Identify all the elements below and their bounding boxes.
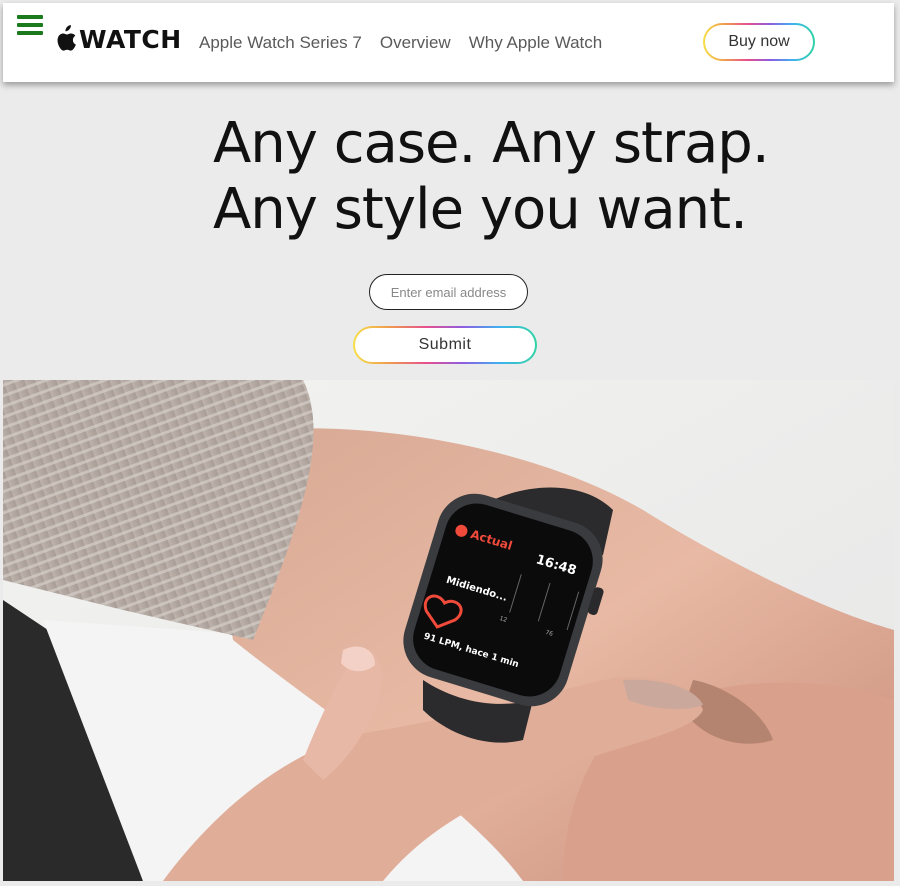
buy-now-button[interactable]: Buy now xyxy=(703,23,815,61)
email-input[interactable] xyxy=(369,274,528,310)
nav-link-overview[interactable]: Overview xyxy=(380,33,451,53)
main-nav: Apple Watch Series 7 Overview Why Apple … xyxy=(199,33,602,53)
headline-line-1: Any case. Any strap. xyxy=(213,111,770,176)
submit-button[interactable]: Submit xyxy=(353,326,537,364)
nav-link-why-apple-watch[interactable]: Why Apple Watch xyxy=(469,33,603,53)
headline-line-2: Any style you want. xyxy=(213,177,748,242)
site-header: WATCH Apple Watch Series 7 Overview Why … xyxy=(3,3,894,82)
hero-headline: Any case. Any strap. Any style you want. xyxy=(213,111,773,243)
apple-logo-icon xyxy=(57,25,76,51)
hero-photo-apple-watch-on-wrist: Actual 16:48 Midiendo... 91 LPM, hace 1 … xyxy=(3,380,894,881)
apple-watch-logo[interactable]: WATCH xyxy=(53,24,182,54)
nav-link-series-7[interactable]: Apple Watch Series 7 xyxy=(199,33,362,53)
hamburger-menu-icon[interactable] xyxy=(17,15,43,37)
logo-text: WATCH xyxy=(79,24,182,54)
page: WATCH Apple Watch Series 7 Overview Why … xyxy=(3,3,894,881)
